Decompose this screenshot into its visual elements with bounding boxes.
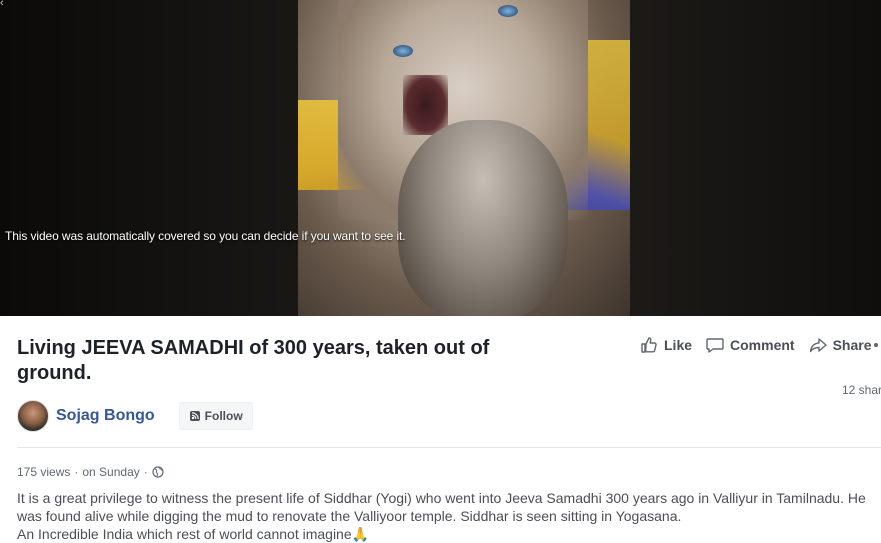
post-date-link[interactable]: on Sunday bbox=[82, 465, 139, 479]
description-tagline-text: An Incredible India which rest of world … bbox=[17, 526, 352, 542]
video-thumbnail[interactable] bbox=[298, 0, 630, 316]
like-button[interactable]: Like bbox=[640, 336, 692, 354]
folded-hands-emoji: 🙏 bbox=[351, 526, 370, 542]
author-name-link[interactable]: Sojag Bongo bbox=[56, 407, 155, 425]
description-tagline: An Incredible India which rest of world … bbox=[17, 525, 879, 543]
author-row: Sojag Bongo Follow bbox=[17, 400, 253, 432]
thumbnail-eye-right bbox=[498, 5, 518, 17]
video-cover-notice: This video was automatically covered so … bbox=[5, 229, 406, 243]
share-arrow-icon bbox=[809, 338, 827, 353]
post-title: Living JEEVA SAMADHI of 300 years, taken… bbox=[17, 337, 490, 384]
more-options-icon[interactable] bbox=[874, 343, 878, 347]
corner-arrow-icon: ‹ bbox=[0, 0, 4, 9]
meta-separator: · bbox=[143, 465, 148, 479]
post-meta: 175 views · on Sunday · bbox=[17, 465, 164, 479]
description-paragraph: It is a great privilege to witness the p… bbox=[17, 490, 866, 524]
comment-button[interactable]: Comment bbox=[706, 336, 795, 354]
meta-separator: · bbox=[74, 465, 79, 479]
view-count: 175 views bbox=[17, 465, 71, 479]
video-player[interactable]: ‹ This video was automatically covered s… bbox=[0, 0, 881, 316]
thumbnail-wound bbox=[403, 75, 448, 135]
comment-label: Comment bbox=[730, 337, 795, 353]
share-button[interactable]: Share bbox=[809, 336, 872, 354]
follow-rss-icon bbox=[189, 411, 200, 421]
share-count[interactable]: 12 shar bbox=[842, 383, 881, 397]
post-description: It is a great privilege to witness the p… bbox=[17, 489, 879, 543]
follow-label: Follow bbox=[204, 409, 243, 423]
follow-button[interactable]: Follow bbox=[178, 402, 253, 430]
divider bbox=[17, 447, 881, 448]
thumbnail-eye-left bbox=[393, 45, 413, 57]
post-actions: Like Comment Share bbox=[640, 334, 881, 356]
thumbnail-beard bbox=[398, 120, 568, 316]
share-label: Share bbox=[832, 337, 872, 353]
like-label: Like bbox=[664, 337, 693, 353]
avatar[interactable] bbox=[17, 400, 49, 432]
globe-icon[interactable] bbox=[152, 466, 164, 478]
comment-icon bbox=[706, 338, 724, 353]
thumbs-up-icon bbox=[641, 337, 657, 353]
